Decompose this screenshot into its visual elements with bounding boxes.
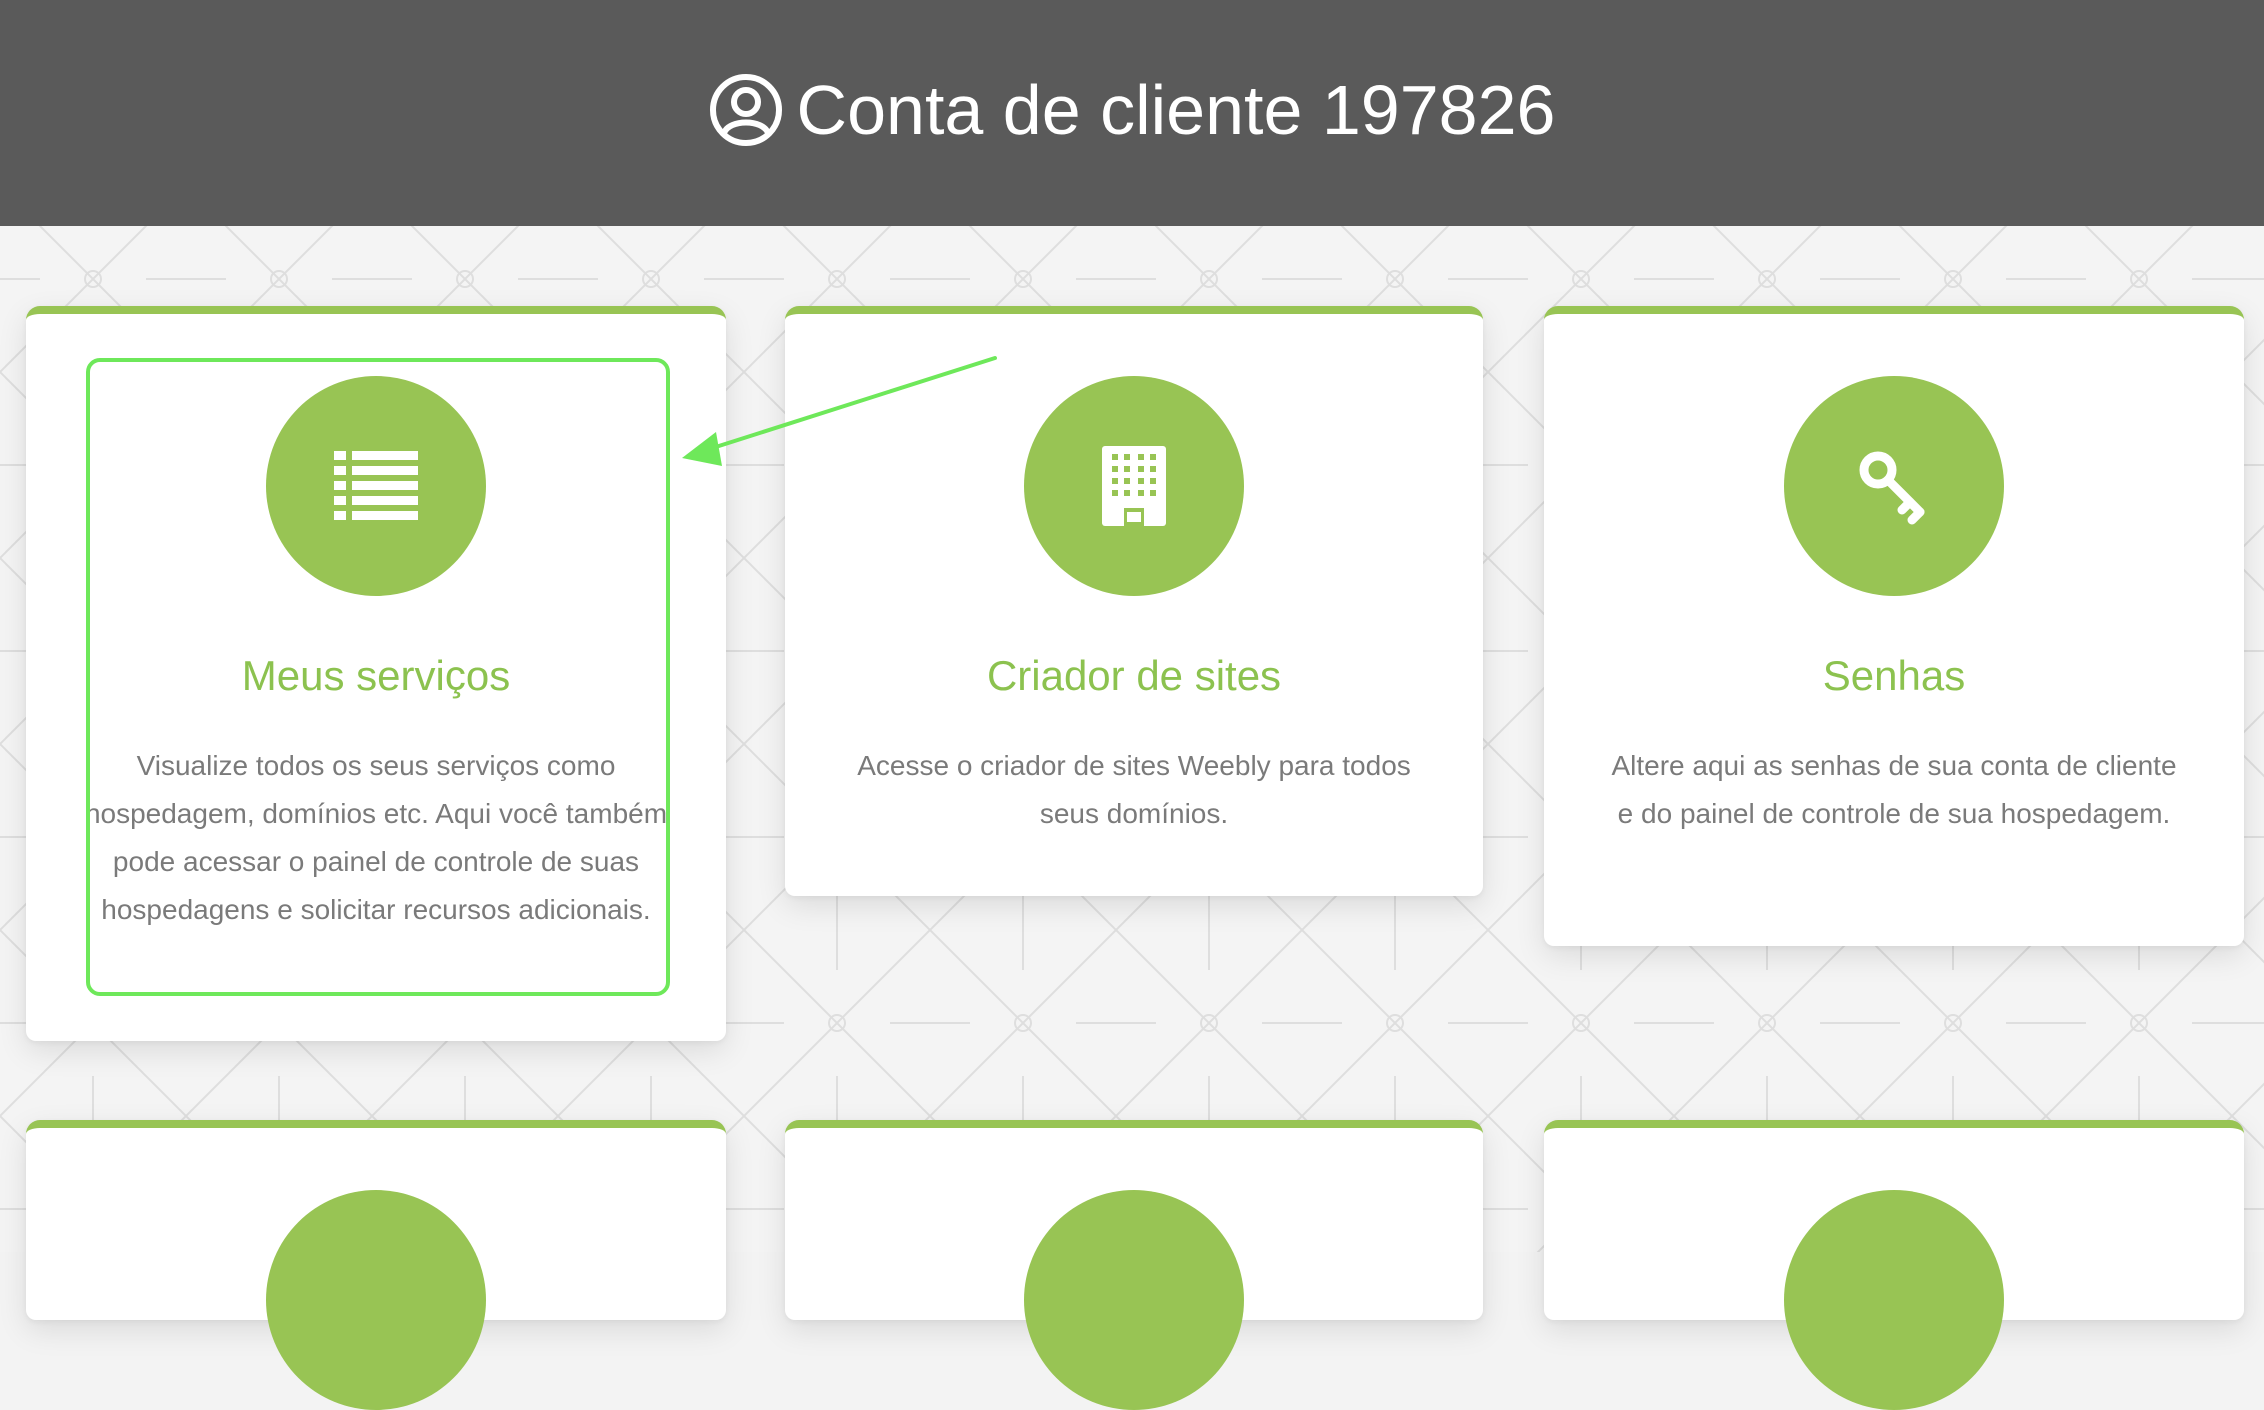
card-title[interactable]: Criador de sites xyxy=(785,652,1483,700)
card-row2-3[interactable] xyxy=(1544,1120,2244,1410)
card-icon-circle xyxy=(1784,376,2004,596)
card-icon-circle xyxy=(1024,376,1244,596)
card-icon-circle xyxy=(266,1190,486,1410)
card-meus-servicos[interactable]: Meus serviços Visualize todos os seus se… xyxy=(26,306,726,1041)
card-row2-1[interactable] xyxy=(26,1120,726,1410)
card-description: Altere aqui as senhas de sua conta de cl… xyxy=(1611,750,2177,829)
page-title: Conta de cliente 197826 xyxy=(796,71,1556,149)
card-icon-circle xyxy=(1784,1190,2004,1410)
card-description: Acesse o criador de sites Weebly para to… xyxy=(857,750,1411,829)
card-title[interactable]: Senhas xyxy=(1544,652,2244,700)
card-title[interactable]: Meus serviços xyxy=(26,652,726,700)
card-row2-2[interactable] xyxy=(785,1120,1483,1410)
card-description: Visualize todos os seus serviços como ho… xyxy=(84,750,668,925)
building-icon xyxy=(1102,446,1166,526)
list-icon xyxy=(334,451,418,520)
key-icon xyxy=(1859,451,1925,525)
card-icon-circle xyxy=(266,376,486,596)
user-circle-icon xyxy=(709,74,782,146)
card-icon-circle xyxy=(1024,1190,1244,1410)
card-criador-de-sites[interactable]: Criador de sites Acesse o criador de sit… xyxy=(785,306,1483,896)
card-senhas[interactable]: Senhas Altere aqui as senhas de sua cont… xyxy=(1544,306,2244,946)
page-header: Conta de cliente 197826 xyxy=(0,0,2264,226)
